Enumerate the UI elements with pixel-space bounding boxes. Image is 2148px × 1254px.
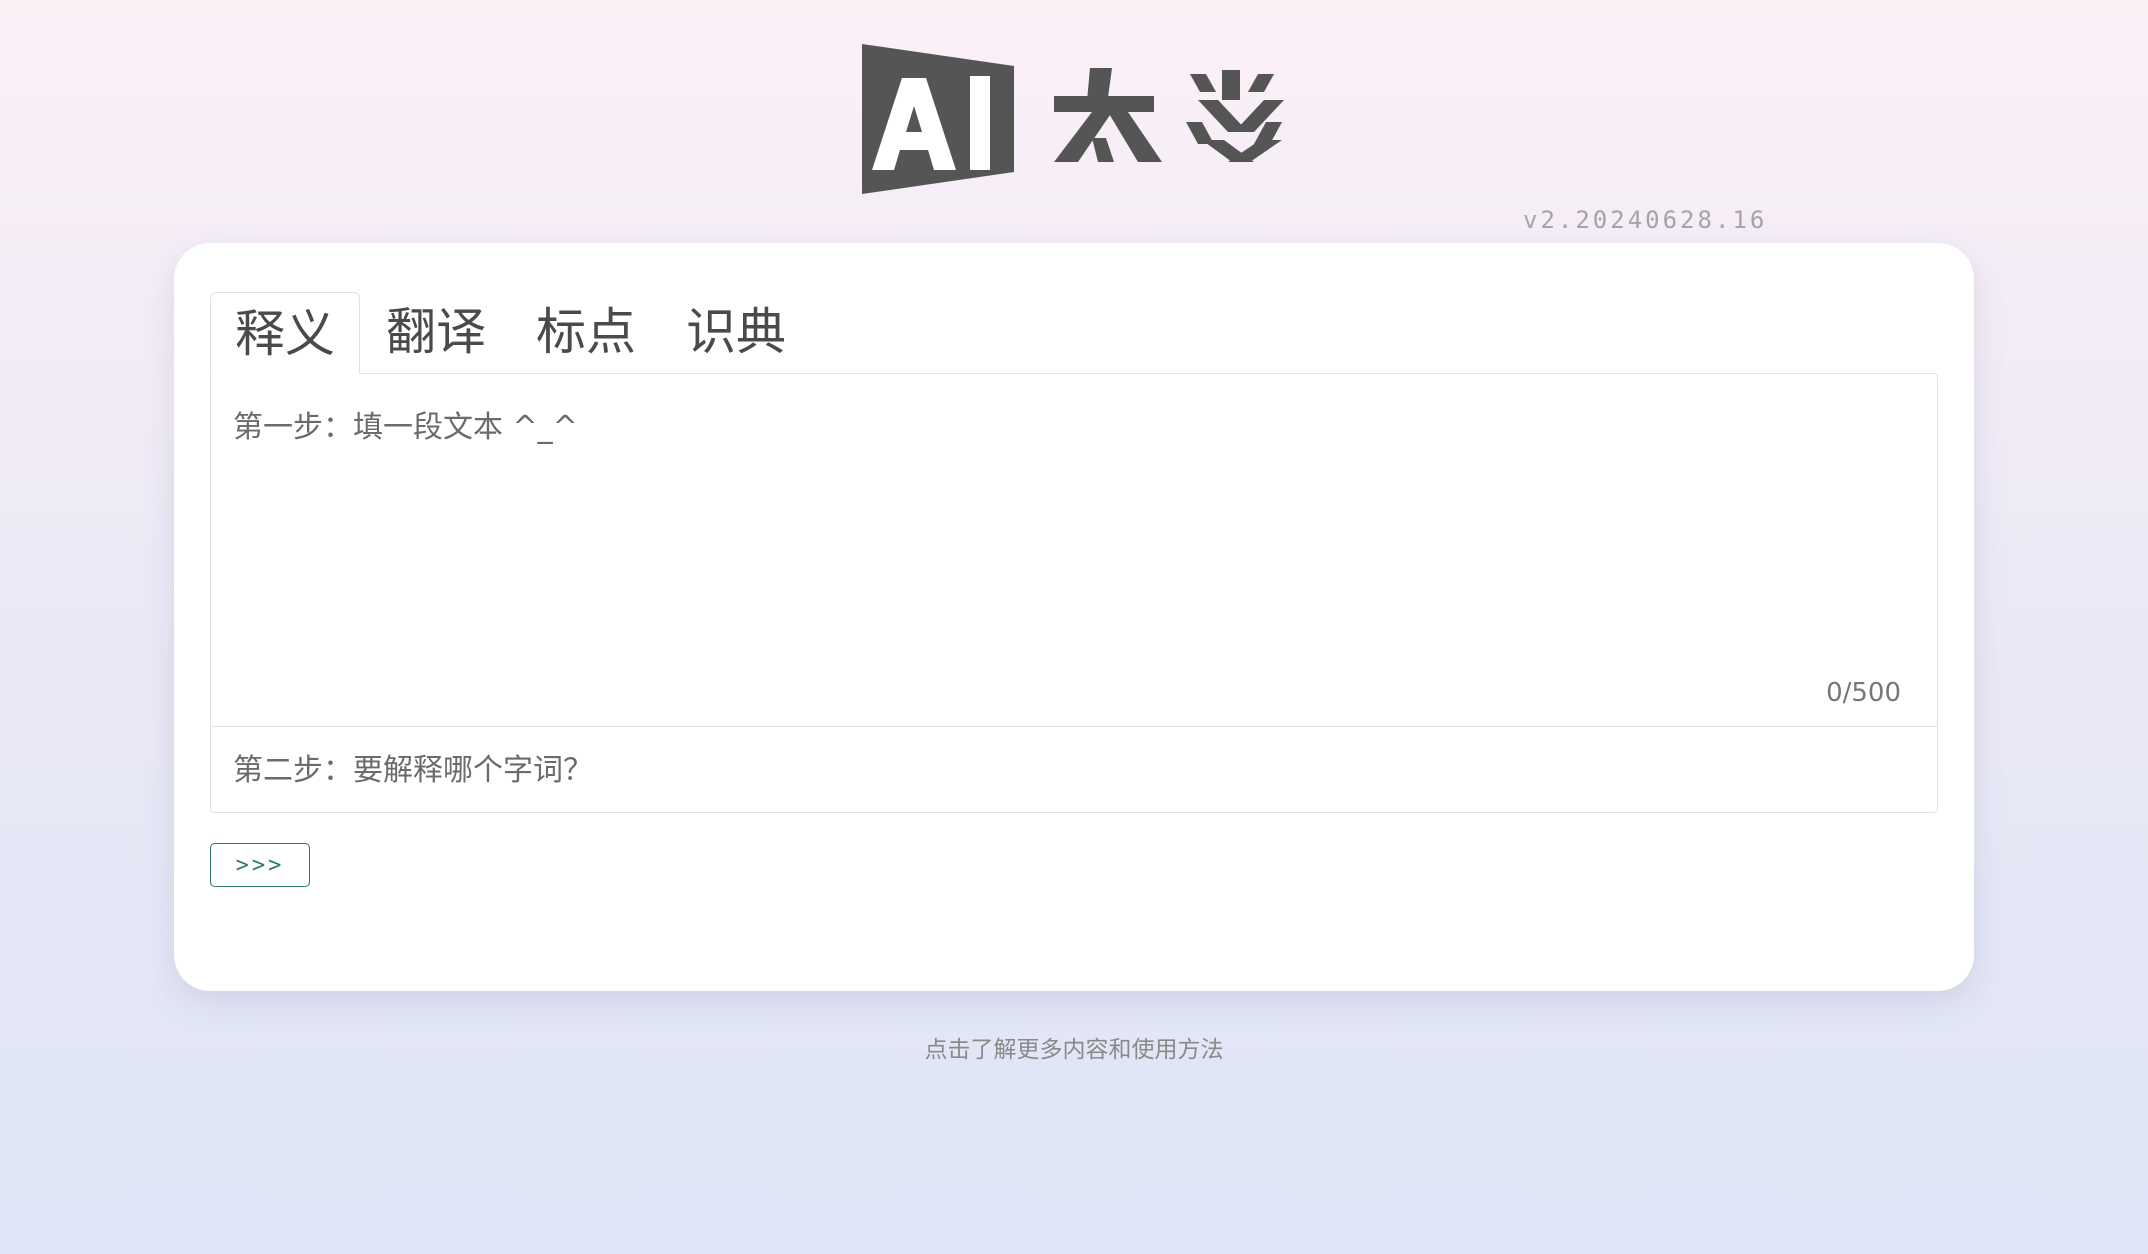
text-input[interactable] <box>211 374 1937 726</box>
text-area-wrapper: 0/500 <box>211 374 1937 727</box>
submit-button[interactable]: >>> <box>210 843 310 887</box>
tab-explain[interactable]: 释义 <box>210 292 360 374</box>
help-link[interactable]: 点击了解更多内容和使用方法 <box>0 1030 2148 1064</box>
version-label: v2.20240628.16 <box>1523 206 1768 234</box>
tab-bar: 释义 翻译 标点 识典 <box>210 291 810 374</box>
char-counter: 0/500 <box>1826 678 1901 708</box>
logo <box>862 44 1284 194</box>
tab-translate[interactable]: 翻译 <box>362 291 510 373</box>
main-card: 释义 翻译 标点 识典 0/500 >>> <box>174 243 1974 991</box>
input-panel: 0/500 <box>210 373 1938 813</box>
tab-punctuate[interactable]: 标点 <box>512 291 660 373</box>
word-input[interactable] <box>211 727 1937 813</box>
tab-shidian[interactable]: 识典 <box>662 291 810 373</box>
